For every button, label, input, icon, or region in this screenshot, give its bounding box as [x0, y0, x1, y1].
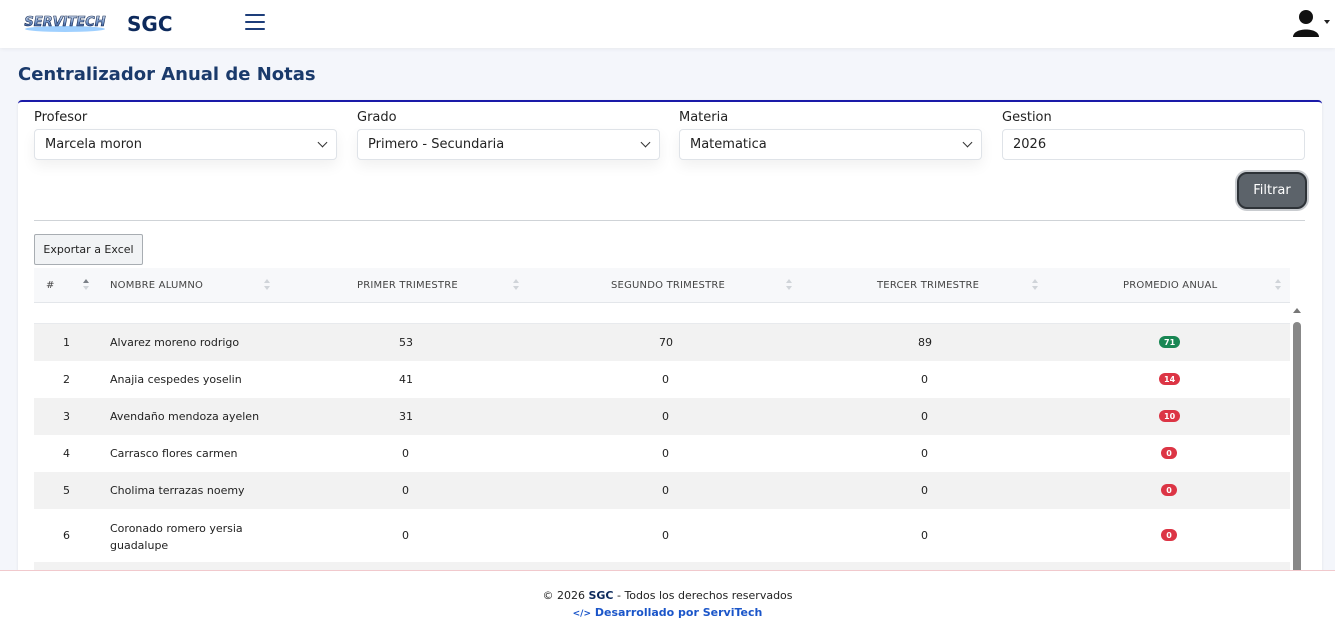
grado-select[interactable]: Primero - Secundaria — [357, 129, 660, 160]
table-row[interactable]: 3 Avendaño mendoza ayelen 31 0 0 10 — [34, 398, 1290, 435]
grade-t1: 53 — [399, 336, 413, 349]
filter-profesor: Profesor Marcela moron — [34, 110, 337, 160]
grade-t2: 70 — [659, 336, 673, 349]
row-number: 3 — [63, 410, 70, 423]
average-badge: 10 — [1159, 410, 1181, 422]
table-row[interactable]: 6 Coronado romero yersia guadalupe 0 0 0… — [34, 509, 1290, 562]
grade-t2: 0 — [662, 484, 669, 497]
student-name: Cholima terrazas noemy — [110, 484, 245, 497]
chevron-down-icon — [640, 137, 651, 148]
filter-button[interactable]: Filtrar — [1237, 172, 1307, 209]
row-number: 5 — [63, 484, 70, 497]
average-badge: 0 — [1161, 447, 1177, 459]
grade-t3: 0 — [921, 410, 928, 423]
profesor-label: Profesor — [34, 110, 88, 125]
servitech-logo[interactable]: SERVITECH — [20, 12, 110, 34]
developer-text: Desarrollado por ServiTech — [594, 606, 763, 619]
column-header-avg[interactable]: PROMEDIO ANUAL — [1123, 280, 1217, 291]
grade-t3: 0 — [921, 529, 928, 542]
grade-t3: 0 — [921, 484, 928, 497]
sort-icon[interactable] — [1275, 279, 1281, 291]
grade-t1: 31 — [399, 410, 413, 423]
grade-t3: 0 — [921, 447, 928, 460]
grade-t1: 0 — [402, 529, 409, 542]
grade-t1: 0 — [402, 447, 409, 460]
profesor-select[interactable]: Marcela moron — [34, 129, 337, 160]
top-navbar: SERVITECH SGC — [0, 0, 1335, 48]
column-header-t3[interactable]: TERCER TRIMESTRE — [877, 280, 979, 291]
student-name: Coronado romero yersia guadalupe — [110, 522, 243, 552]
student-name: Avendaño mendoza ayelen — [110, 410, 260, 423]
student-name: Alvarez moreno rodrigo — [110, 336, 240, 349]
sort-icon[interactable] — [264, 279, 270, 291]
student-name: Carrasco flores carmen — [110, 447, 238, 460]
footer: © 2026 SGC - Todos los derechos reservad… — [0, 570, 1335, 635]
divider — [34, 220, 1305, 221]
user-menu-caret-icon[interactable] — [1324, 20, 1330, 24]
user-avatar-icon[interactable] — [1291, 8, 1321, 38]
scroll-up-icon[interactable] — [1293, 308, 1301, 313]
grade-t1: 0 — [402, 484, 409, 497]
filter-grado: Grado Primero - Secundaria — [357, 110, 660, 160]
column-header-name[interactable]: NOMBRE ALUMNO — [110, 280, 203, 291]
filter-gestion: Gestion 2026 — [1002, 110, 1305, 160]
page-title: Centralizador Anual de Notas — [18, 64, 316, 85]
column-header-number[interactable]: # — [46, 280, 55, 291]
column-header-t1[interactable]: PRIMER TRIMESTRE — [357, 280, 458, 291]
table-row[interactable]: 5 Cholima terrazas noemy 0 0 0 0 — [34, 472, 1290, 509]
column-header-t2[interactable]: SEGUNDO TRIMESTRE — [611, 280, 725, 291]
filter-materia: Materia Matematica — [679, 110, 982, 160]
grade-t2: 0 — [662, 410, 669, 423]
grade-t2: 0 — [662, 447, 669, 460]
chevron-down-icon — [962, 137, 973, 148]
materia-label: Materia — [679, 110, 729, 125]
brand-title[interactable]: SGC — [127, 12, 173, 36]
row-number: 4 — [63, 447, 70, 460]
row-number: 1 — [63, 336, 70, 349]
grade-t2: 0 — [662, 529, 669, 542]
sort-icon[interactable] — [513, 279, 519, 291]
average-badge: 0 — [1161, 484, 1177, 496]
table-spacer — [34, 303, 1290, 324]
gestion-value: 2026 — [1013, 137, 1047, 152]
notes-card: Profesor Marcela moron Grado Primero - S… — [18, 100, 1322, 575]
grade-t3: 89 — [918, 336, 932, 349]
average-badge: 71 — [1159, 336, 1181, 348]
table-row[interactable]: 2 Anajia cespedes yoselin 41 0 0 14 — [34, 361, 1290, 398]
menu-toggle-icon[interactable] — [245, 14, 265, 32]
table-row[interactable]: 4 Carrasco flores carmen 0 0 0 0 — [34, 435, 1290, 472]
sort-icon[interactable] — [83, 279, 89, 291]
average-badge: 0 — [1161, 529, 1177, 541]
table-row[interactable]: 1 Alvarez moreno rodrigo 53 70 89 71 — [34, 324, 1290, 361]
gestion-label: Gestion — [1002, 110, 1052, 125]
chevron-down-icon — [317, 137, 328, 148]
average-badge: 14 — [1159, 373, 1181, 385]
copyright-brand: SGC — [588, 589, 614, 602]
grade-t3: 0 — [921, 373, 928, 386]
materia-value: Matematica — [690, 137, 767, 152]
sort-icon[interactable] — [1032, 279, 1038, 291]
profesor-value: Marcela moron — [45, 137, 142, 152]
grades-table: # NOMBRE ALUMNO PRIMER TRIMESTRE SEGUNDO… — [34, 268, 1290, 575]
grado-value: Primero - Secundaria — [368, 137, 505, 152]
svg-text:SERVITECH: SERVITECH — [24, 15, 105, 30]
copyright-prefix: © 2026 — [542, 589, 589, 602]
scrollbar-thumb[interactable] — [1293, 322, 1301, 575]
grade-t2: 0 — [662, 373, 669, 386]
grado-label: Grado — [357, 110, 397, 125]
developer-link[interactable]: </> Desarrollado por ServiTech — [0, 606, 1335, 619]
code-icon: </> — [572, 609, 592, 619]
grade-t1: 41 — [399, 373, 413, 386]
copyright-suffix: - Todos los derechos reservados — [613, 589, 793, 602]
row-number: 2 — [63, 373, 70, 386]
export-excel-button[interactable]: Exportar a Excel — [34, 234, 143, 265]
materia-select[interactable]: Matematica — [679, 129, 982, 160]
row-number: 6 — [63, 529, 70, 542]
sort-icon[interactable] — [786, 279, 792, 291]
copyright-text: © 2026 SGC - Todos los derechos reservad… — [0, 589, 1335, 602]
gestion-input[interactable]: 2026 — [1002, 129, 1305, 160]
student-name: Anajia cespedes yoselin — [110, 373, 242, 386]
table-header: # NOMBRE ALUMNO PRIMER TRIMESTRE SEGUNDO… — [34, 268, 1290, 303]
